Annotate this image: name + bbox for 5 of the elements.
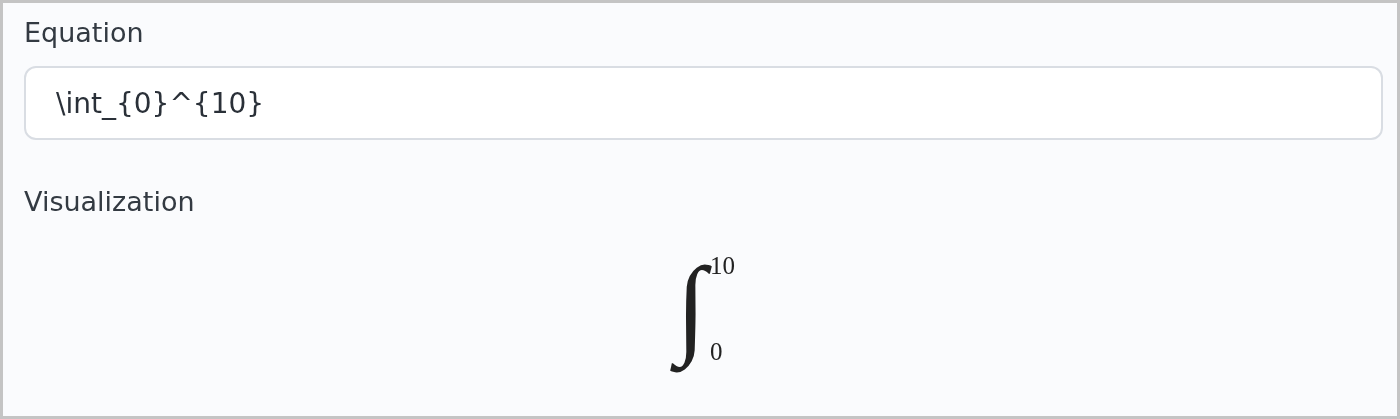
field-label: Equation — [24, 17, 145, 49]
section-label: Visualization — [24, 186, 196, 218]
lower-limit: 0 — [710, 338, 724, 365]
integral-sign: ∫ — [671, 240, 711, 372]
equation-field[interactable]: \int_{0}^{10} — [24, 66, 1383, 140]
